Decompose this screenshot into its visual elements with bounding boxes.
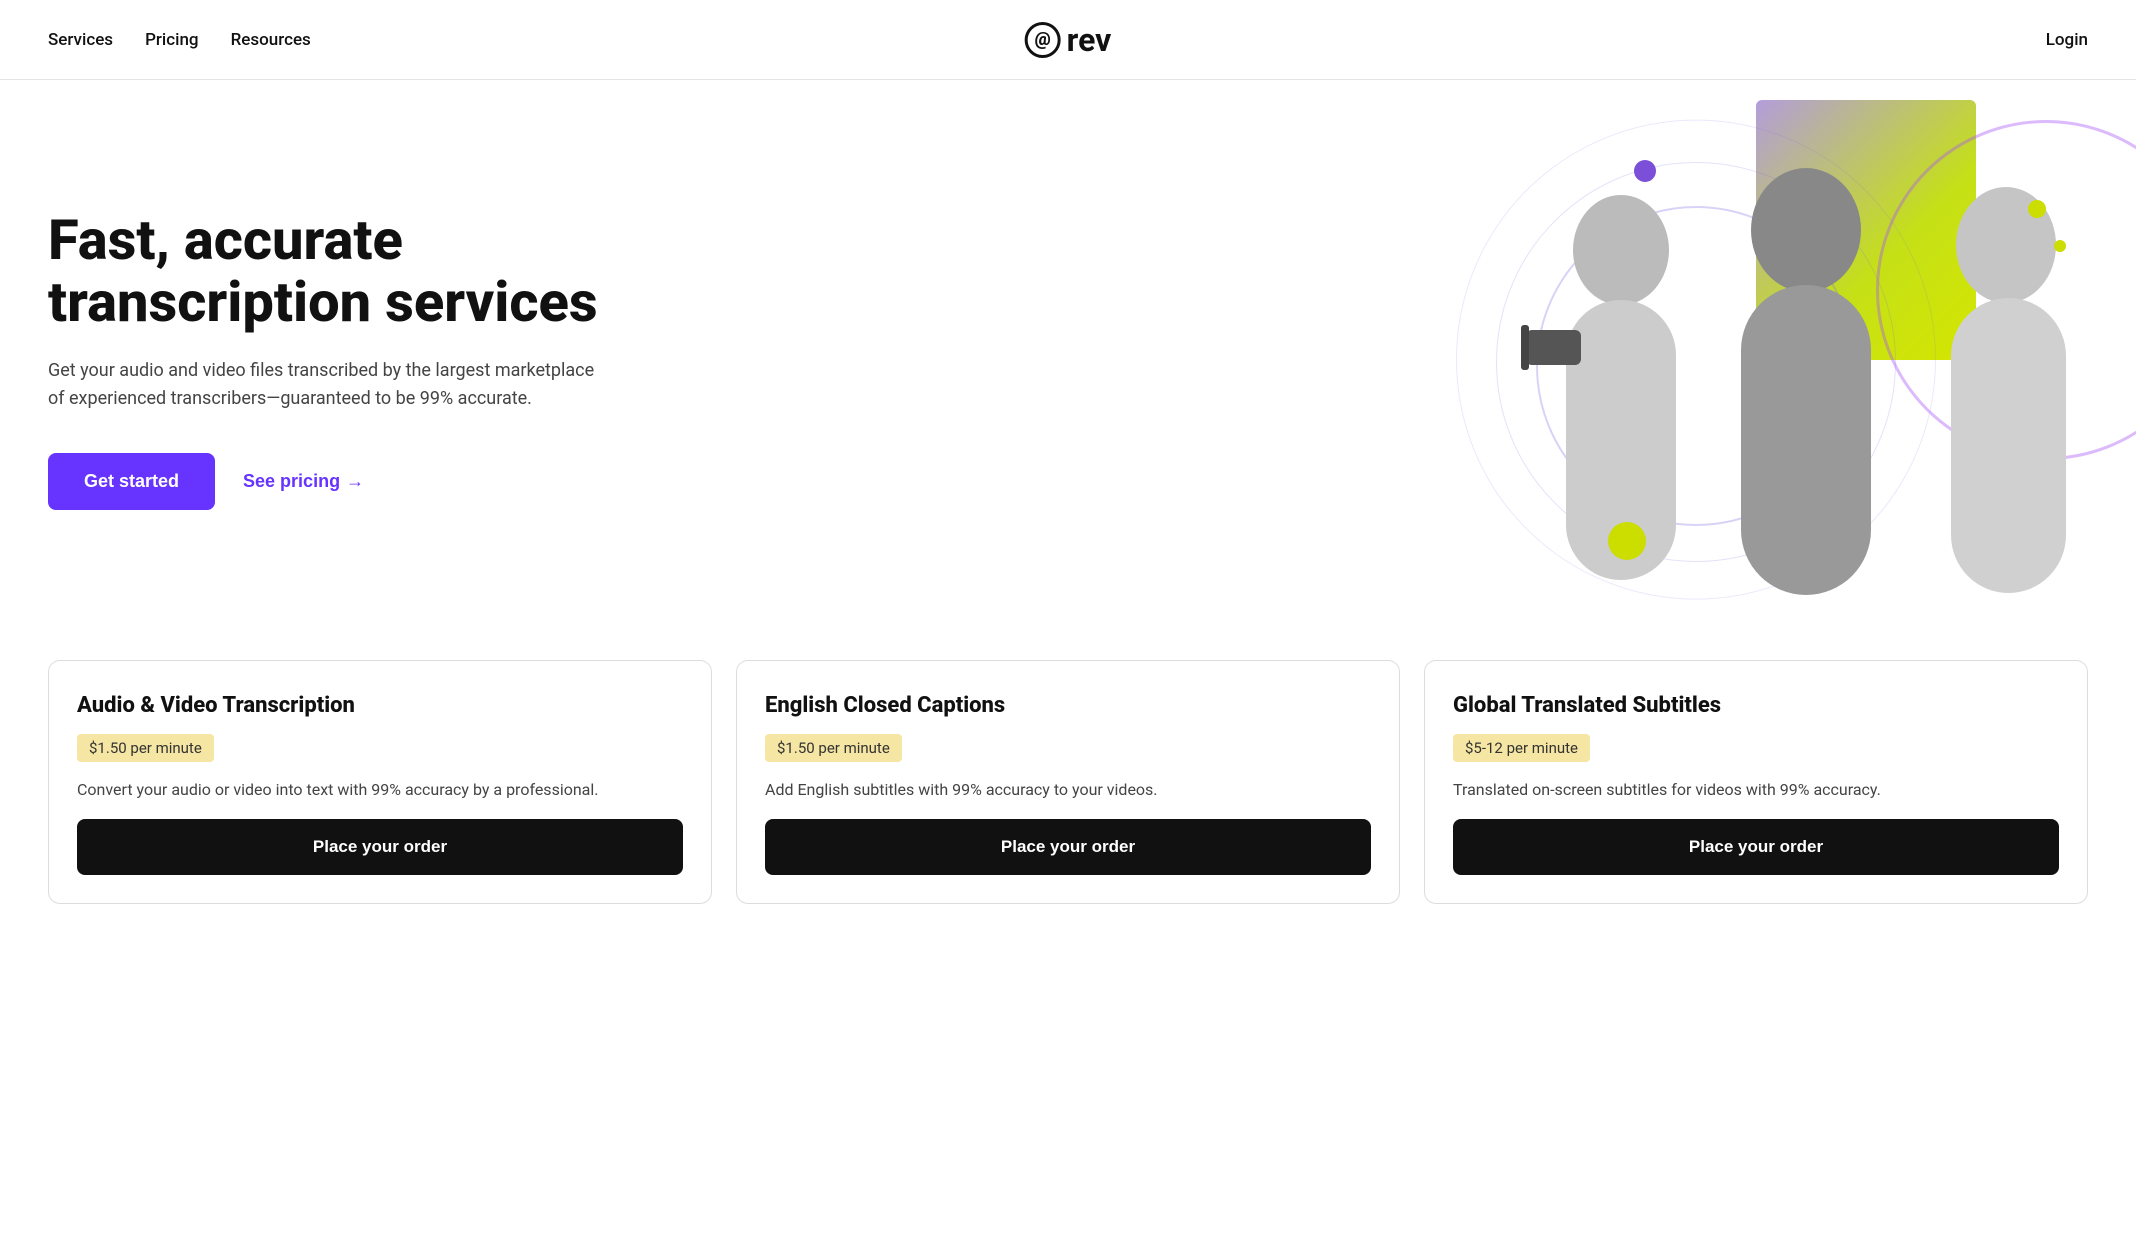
card-1-price: $1.50 per minute <box>77 734 214 762</box>
card-3-title: Global Translated Subtitles <box>1453 693 2059 718</box>
dot-yellow-sm1 <box>2028 200 2046 218</box>
hero-section: Fast, accurate transcription services Ge… <box>0 80 2136 620</box>
nav-left: Services Pricing Resources <box>48 30 311 50</box>
site-logo[interactable]: @ rev <box>1025 21 1112 59</box>
card-captions: English Closed Captions $1.50 per minute… <box>736 660 1400 904</box>
nav-pricing[interactable]: Pricing <box>145 30 199 50</box>
hero-visual <box>1068 80 2136 620</box>
dot-yellow-sm2 <box>2054 240 2066 252</box>
hero-actions: Get started See pricing → <box>48 453 668 510</box>
navbar: Services Pricing Resources @ rev Login <box>0 0 2136 80</box>
dot-yellow-large <box>1608 522 1646 560</box>
card-subtitles: Global Translated Subtitles $5-12 per mi… <box>1424 660 2088 904</box>
hero-title: Fast, accurate transcription services <box>48 210 668 333</box>
login-link[interactable]: Login <box>2046 30 2088 50</box>
hero-text: Fast, accurate transcription services Ge… <box>48 210 668 510</box>
card-2-title: English Closed Captions <box>765 693 1371 718</box>
card-3-desc: Translated on-screen subtitles for video… <box>1453 778 2059 803</box>
get-started-button[interactable]: Get started <box>48 453 215 510</box>
card-transcription: Audio & Video Transcription $1.50 per mi… <box>48 660 712 904</box>
card-1-desc: Convert your audio or video into text wi… <box>77 778 683 803</box>
card-2-price: $1.50 per minute <box>765 734 902 762</box>
dot-purple <box>1634 160 1656 182</box>
card-2-desc: Add English subtitles with 99% accuracy … <box>765 778 1371 803</box>
card-3-price: $5-12 per minute <box>1453 734 1590 762</box>
nav-resources[interactable]: Resources <box>231 30 311 50</box>
logo-icon: @ <box>1025 22 1061 58</box>
card-2-order-button[interactable]: Place your order <box>765 819 1371 875</box>
cards-section: Audio & Video Transcription $1.50 per mi… <box>0 620 2136 964</box>
card-1-title: Audio & Video Transcription <box>77 693 683 718</box>
card-1-order-button[interactable]: Place your order <box>77 819 683 875</box>
nav-services[interactable]: Services <box>48 30 113 50</box>
see-pricing-button[interactable]: See pricing → <box>243 471 364 492</box>
hero-subtitle: Get your audio and video files transcrib… <box>48 357 608 413</box>
card-3-order-button[interactable]: Place your order <box>1453 819 2059 875</box>
